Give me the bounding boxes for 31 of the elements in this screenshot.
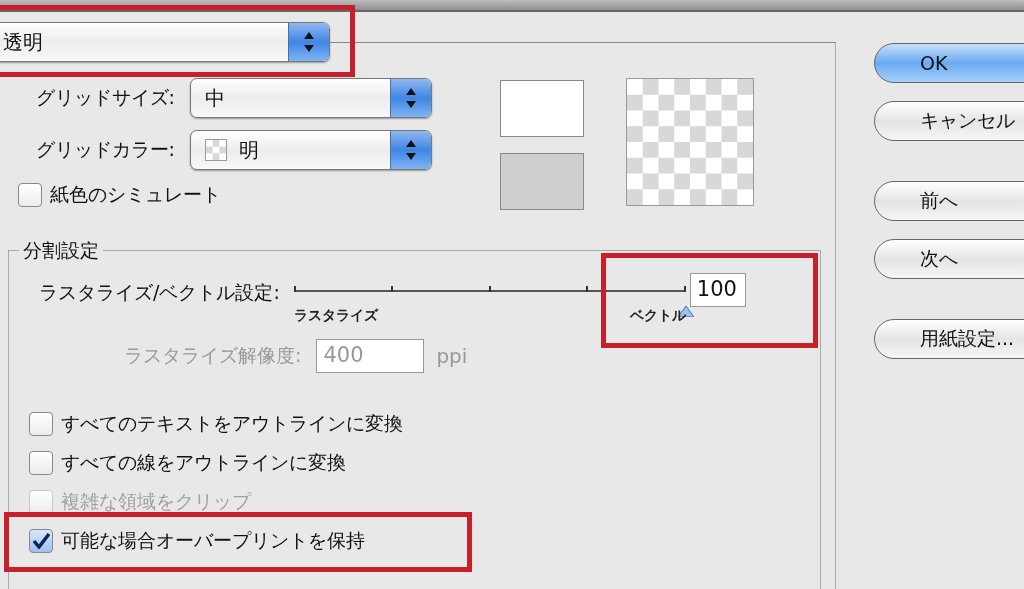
slider-max-label: ベクトル [629,307,686,325]
checkbox[interactable] [29,451,53,475]
checkbox[interactable] [29,529,53,553]
stepper-arrows-icon [303,30,315,54]
dialog-button[interactable]: 前へ [874,181,1024,221]
dialog-button[interactable]: 次へ [874,239,1024,279]
slider-label: ラスタライズ/ベクトル設定: [39,280,280,305]
checkbox[interactable] [29,412,53,436]
checkbox-label: 紙色のシミュレート [50,182,221,207]
dialog-button[interactable]: キャンセル [874,101,1024,141]
stepper-arrows-icon [405,86,417,110]
mode-dropdown[interactable]: 透明 [0,22,330,62]
dialog-button[interactable]: 用紙設定... [874,319,1024,359]
checkbox-label: すべてのテキストをアウトラインに変換 [61,411,403,436]
grid-size-dropdown[interactable]: 中 [190,78,432,118]
color-swatch[interactable] [500,153,584,210]
slider-value-field[interactable]: 100 [689,273,746,307]
unit-label: ppi [436,344,468,368]
grid-size-label: グリッドサイズ: [34,85,176,110]
checkbox-label: すべての線をアウトラインに変換 [61,450,346,475]
grid-color-label: グリッドカラー: [34,137,176,162]
dialog-button[interactable]: OK [874,43,1024,83]
checker-icon [205,139,227,161]
checkbox-label: 可能な場合オーバープリントを保持 [61,528,365,553]
checkbox[interactable] [18,183,42,207]
stepper-arrows-icon [405,138,417,162]
color-swatch[interactable] [500,80,584,137]
checkbox-label: 複雑な領域をクリップ [61,489,251,514]
slider-min-label: ラスタライズ [293,307,378,325]
resolution-label: ラスタライズ解像度: [124,343,303,368]
grid-color-dropdown[interactable]: 明 [190,130,432,170]
